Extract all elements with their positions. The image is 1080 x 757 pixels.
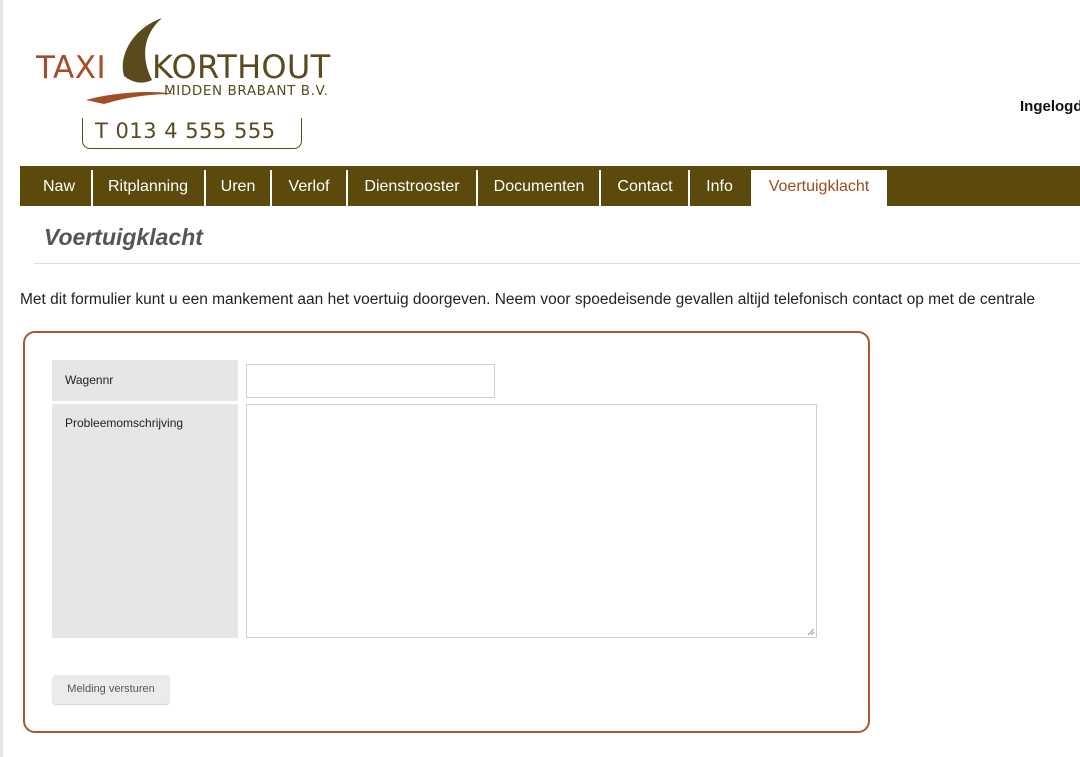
logo-subtitle-text: MIDDEN BRABANT B.V. bbox=[164, 83, 329, 99]
nav-item-naw[interactable]: Naw bbox=[26, 170, 92, 206]
nav-item-dienstrooster[interactable]: Dienstrooster bbox=[348, 170, 476, 206]
main-nav: Naw Ritplanning Uren Verlof Dienstrooste… bbox=[20, 166, 1080, 206]
nav-item-verlof[interactable]: Verlof bbox=[272, 170, 346, 206]
page-title: Voertuigklacht bbox=[44, 224, 203, 250]
company-logo: TAXI KORTHOUT MIDDEN BRABANT B.V. T 013 … bbox=[34, 14, 354, 154]
logo-taxi-text: TAXI bbox=[36, 50, 107, 86]
submit-button[interactable]: Melding versturen bbox=[52, 675, 170, 704]
logo-phone-box: T 013 4 555 555 bbox=[82, 118, 302, 149]
left-border bbox=[0, 0, 3, 757]
nav-item-info[interactable]: Info bbox=[690, 170, 749, 206]
wagennr-input[interactable] bbox=[246, 364, 495, 398]
nav-item-voertuigklacht[interactable]: Voertuigklacht bbox=[751, 170, 887, 206]
logo-name-text: KORTHOUT bbox=[152, 48, 331, 86]
probleemomschrijving-textarea[interactable] bbox=[246, 404, 817, 638]
title-divider bbox=[34, 263, 1080, 264]
intro-text: Met dit formulier kunt u een mankement a… bbox=[20, 291, 1035, 308]
nav-item-documenten[interactable]: Documenten bbox=[478, 170, 600, 206]
nav-item-ritplanning[interactable]: Ritplanning bbox=[93, 170, 203, 206]
probleemomschrijving-label: Probleemomschrijving bbox=[52, 404, 238, 638]
wagennr-label: Wagennr bbox=[52, 360, 238, 401]
login-status: Ingelogd bbox=[1020, 98, 1080, 115]
logo-phone-text: T 013 4 555 555 bbox=[95, 119, 276, 143]
resize-grip-icon[interactable] bbox=[808, 629, 814, 635]
nav-item-contact[interactable]: Contact bbox=[601, 170, 689, 206]
nav-item-uren[interactable]: Uren bbox=[206, 170, 270, 206]
